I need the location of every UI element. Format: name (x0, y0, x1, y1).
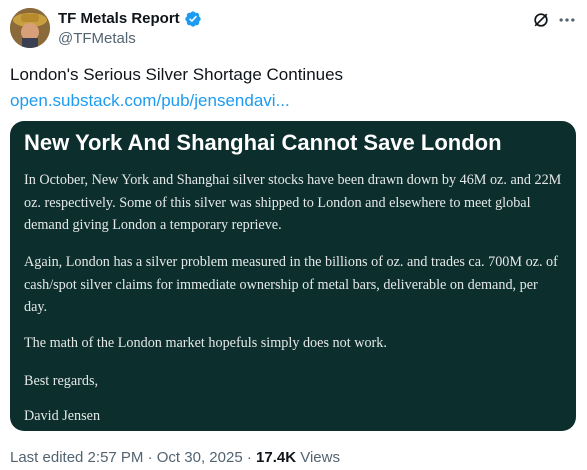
edited-time[interactable]: Last edited 2:57 PM (10, 449, 143, 466)
card-author-signature: David Jensen (24, 408, 101, 424)
separator: · (147, 449, 153, 466)
card-signoff: Best regards, (24, 373, 99, 389)
handle[interactable]: @TFMetals (58, 30, 136, 48)
display-name[interactable]: TF Metals Report (58, 10, 180, 28)
views-label: Views (300, 449, 340, 466)
post-date[interactable]: Oct 30, 2025 (157, 449, 243, 466)
views-count: 17.4K (256, 449, 297, 466)
separator: · (246, 449, 252, 466)
grok-icon[interactable] (531, 10, 551, 30)
card-paragraph-2: Again, London has a silver problem measu… (24, 254, 558, 315)
avatar[interactable] (10, 8, 50, 48)
tweet-link[interactable]: open.substack.com/pub/jensendavi... (10, 90, 290, 112)
article-image-card[interactable]: New York And Shanghai Cannot Save London… (10, 121, 576, 431)
more-icon[interactable] (557, 10, 577, 30)
card-title: New York And Shanghai Cannot Save London (24, 130, 502, 155)
verified-badge-icon (185, 11, 201, 27)
card-paragraph-3: The math of the London market hopefuls s… (24, 335, 387, 351)
tweet-footer: Last edited 2:57 PM · Oct 30, 2025 · 17.… (10, 448, 340, 468)
tweet-text: London's Serious Silver Shortage Continu… (10, 65, 344, 84)
tweet-header: TF Metals Report @TFMetals (10, 8, 577, 52)
card-paragraph-1: In October, New York and Shanghai silver… (24, 172, 562, 233)
